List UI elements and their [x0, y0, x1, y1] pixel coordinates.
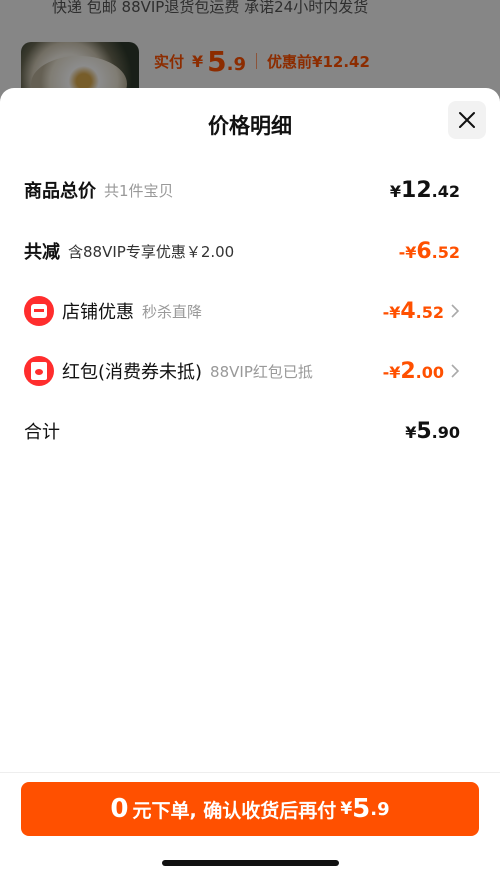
- amount-int: 4: [400, 298, 416, 324]
- place-order-button[interactable]: 0 元下单, 确认收货后再付 ¥ 5 .9: [21, 782, 479, 836]
- amount-int: 6: [416, 238, 432, 264]
- amount-dec: .90: [431, 422, 460, 442]
- amount-yen: -¥: [382, 302, 401, 322]
- amount-yen: ¥: [389, 181, 402, 201]
- amount-yen: -¥: [382, 362, 401, 382]
- row-sum: 合计 ¥ 5 .90: [24, 415, 460, 447]
- goods-total-sub: 共1件宝贝: [104, 181, 174, 200]
- row-goods-total: 商品总价 共1件宝贝 ¥ 12 .42: [24, 174, 460, 206]
- row-red-packet[interactable]: 红包(消费券未抵) 88VIP红包已抵 -¥ 2 .00: [24, 355, 460, 387]
- amount-dec: .52: [431, 242, 460, 262]
- cta-price-int: 5: [352, 794, 371, 824]
- amount-int: 2: [400, 358, 416, 384]
- amount-dec: .00: [415, 362, 444, 382]
- chevron-right-icon: [451, 304, 460, 318]
- reduction-sub: 含88VIP专享优惠￥2.00: [68, 242, 235, 261]
- home-indicator: [162, 860, 339, 866]
- shop-discount-amount: -¥ 4 .52: [383, 299, 444, 324]
- amount-yen: -¥: [398, 242, 417, 262]
- red-packet-label: 红包(消费券未抵): [62, 362, 203, 383]
- red-packet-amount: -¥ 2 .00: [383, 359, 444, 384]
- sum-amount: ¥ 5 .90: [405, 419, 460, 444]
- cta-zero: 0: [110, 794, 129, 824]
- shop-discount-sub: 秒杀直降: [142, 302, 203, 321]
- amount-yen: ¥: [405, 422, 417, 442]
- footer-divider: [0, 772, 500, 773]
- sum-label: 合计: [24, 422, 60, 443]
- close-button[interactable]: [448, 101, 486, 139]
- amount-dec: .42: [431, 181, 460, 201]
- amount-dec: .52: [415, 302, 444, 322]
- goods-total-amount: ¥ 12 .42: [390, 178, 460, 203]
- amount-int: 12: [401, 177, 432, 203]
- overlay-dim[interactable]: [0, 0, 500, 100]
- reduction-amount: -¥ 6 .52: [399, 239, 460, 264]
- sheet-title: 价格明细: [208, 114, 292, 138]
- cta-price-dec: .9: [370, 798, 390, 820]
- close-icon: [459, 112, 475, 128]
- cta-yen: ¥: [340, 799, 353, 819]
- cta-text: 元下单, 确认收货后再付: [132, 799, 337, 822]
- red-packet-sub: 88VIP红包已抵: [210, 362, 313, 381]
- row-shop-discount[interactable]: 店铺优惠 秒杀直降 -¥ 4 .52: [24, 295, 460, 327]
- row-total-reduction: 共减 含88VIP专享优惠￥2.00 -¥ 6 .52: [24, 235, 460, 267]
- goods-total-label: 商品总价: [24, 181, 96, 202]
- reduction-label: 共减: [24, 242, 60, 263]
- chevron-right-icon: [451, 364, 460, 378]
- price-detail-sheet: 价格明细 商品总价 共1件宝贝 ¥ 12 .42 共减 含88VIP专享优惠￥2…: [0, 88, 500, 878]
- red-envelope-icon: [24, 356, 54, 386]
- coupon-icon: [24, 296, 54, 326]
- shop-discount-label: 店铺优惠: [62, 302, 134, 323]
- amount-int: 5: [416, 418, 432, 444]
